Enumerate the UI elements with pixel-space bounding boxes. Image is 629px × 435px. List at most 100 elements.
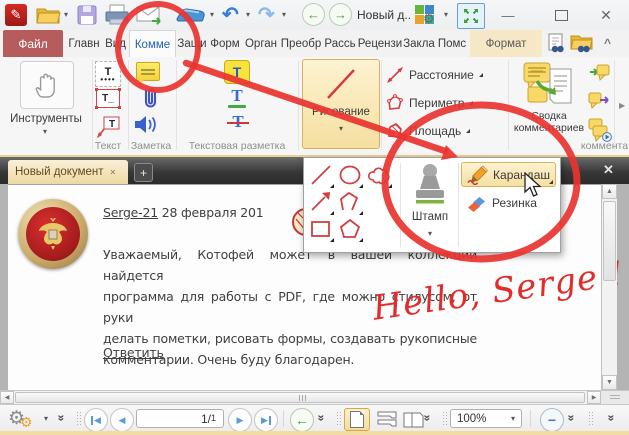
polyline-tool-icon[interactable] <box>337 189 363 215</box>
tab-format[interactable]: Формат <box>470 30 542 57</box>
strikeout-text-icon[interactable]: T <box>228 113 248 132</box>
tab-home[interactable]: Главн <box>66 30 102 57</box>
next-page-button[interactable]: ▶ <box>228 408 252 432</box>
cloud-tool-icon[interactable] <box>366 162 392 188</box>
arrow-tool-icon[interactable] <box>308 189 334 215</box>
measure-distance-item[interactable]: Расстояние <box>386 66 483 84</box>
document-tab-close-icon[interactable]: ✕ <box>110 168 117 177</box>
collapse-ribbon-icon[interactable]: ^ <box>604 36 611 50</box>
export-comments-icon[interactable] <box>588 90 610 112</box>
sticky-note-icon[interactable] <box>136 62 160 81</box>
rectangle-tool-icon[interactable] <box>308 216 334 242</box>
callout-tool-icon[interactable]: T <box>96 114 122 140</box>
undo-dropdown-caret[interactable]: ▾ <box>246 3 250 27</box>
last-page-button[interactable]: ▶ <box>254 408 278 432</box>
stamp-tool[interactable]: Штамп ▾ <box>404 160 456 250</box>
previous-page-button[interactable]: ◀ <box>110 408 134 432</box>
options-dropdown-caret[interactable]: ▾ <box>44 415 48 423</box>
single-page-layout-button[interactable] <box>344 408 370 431</box>
previous-view-button[interactable]: ← <box>290 408 314 432</box>
tab-file[interactable]: Файл <box>3 30 63 57</box>
scanner-dropdown-caret[interactable]: ▾ <box>210 3 214 27</box>
tab-bookmarks[interactable]: Закла <box>402 30 436 57</box>
close-window-button[interactable]: ✕ <box>594 3 618 27</box>
first-page-button[interactable]: ◀ <box>84 408 108 432</box>
typewriter-tool-icon[interactable]: T•••• <box>95 61 121 87</box>
comment-summary-button[interactable]: Сводка комментариев <box>512 59 586 151</box>
tab-protect[interactable]: Защи <box>176 30 208 57</box>
stamp-label: Штамп <box>404 211 456 223</box>
vscroll-thumb[interactable] <box>603 201 616 281</box>
tab-view[interactable]: Вид <box>102 30 129 57</box>
search-document-icon[interactable] <box>546 33 566 54</box>
horizontal-scrollbar[interactable]: ◀ ▶ <box>0 390 601 404</box>
text-group-label: Текст <box>88 140 128 152</box>
new-document-tab-button[interactable]: + <box>134 163 153 182</box>
search-folder-icon[interactable] <box>570 33 593 54</box>
pencil-tool-button[interactable]: Карандаш <box>461 162 556 187</box>
zoom-out-button[interactable]: − <box>540 408 564 432</box>
zoom-level-field[interactable]: 100% ▾ <box>450 409 522 428</box>
print-icon[interactable] <box>104 3 130 27</box>
open-folder-icon[interactable] <box>36 3 62 27</box>
eraser-tool-button[interactable]: Резинка <box>461 191 556 215</box>
toolbar-grip <box>76 411 81 426</box>
tools-button[interactable]: Инструменты ▾ <box>2 59 90 151</box>
ellipse-tool-icon[interactable] <box>337 162 363 188</box>
line-tool-icon[interactable] <box>308 162 334 188</box>
expand-toolbar-chevrons[interactable]: » <box>54 415 68 422</box>
tab-comment[interactable]: Комме <box>129 30 176 58</box>
close-document-icon[interactable]: ✕ <box>603 162 614 178</box>
tab-form[interactable]: Форм <box>208 30 242 57</box>
back-view-icon[interactable]: ← <box>302 3 325 26</box>
scanner-icon[interactable] <box>176 3 206 27</box>
fullscreen-icon[interactable] <box>457 3 485 29</box>
underline-text-icon[interactable]: T <box>228 87 246 108</box>
options-gears-icon[interactable]: ⚙ ⚙ <box>8 407 42 431</box>
tab-organize[interactable]: Орган <box>242 30 280 57</box>
drawing-button[interactable]: Рисование ▾ <box>302 59 380 149</box>
hscroll-thumb[interactable] <box>15 392 585 403</box>
expand-right-chevrons[interactable]: » <box>604 415 618 422</box>
scroll-down-button[interactable]: ▼ <box>602 375 617 390</box>
undo-icon[interactable]: ↶ <box>222 3 239 27</box>
reply-link[interactable]: Ответить <box>103 342 164 363</box>
scroll-up-button[interactable]: ▲ <box>602 184 617 199</box>
expand-view-chevrons[interactable]: » <box>314 415 328 422</box>
polygon-tool-icon[interactable] <box>337 216 363 242</box>
email-icon[interactable] <box>136 3 164 27</box>
minimize-button[interactable]: — <box>496 3 520 27</box>
expand-layout-chevrons[interactable]: » <box>420 415 434 422</box>
document-tab[interactable]: Новый документ ✕ <box>8 160 128 184</box>
perimeter-icon <box>386 94 404 112</box>
vertical-scrollbar[interactable]: ▲ ▼ <box>601 184 617 390</box>
redo-icon[interactable]: ↷ <box>258 3 275 27</box>
forward-view-icon[interactable]: → <box>329 3 352 26</box>
comments-group-label-partial: коммента <box>580 140 629 152</box>
open-dropdown-caret[interactable]: ▾ <box>64 3 68 27</box>
tab-convert[interactable]: Преобр <box>280 30 322 57</box>
scroll-right-button[interactable]: ▶ <box>587 391 601 404</box>
scroll-left-button[interactable]: ◀ <box>0 391 14 404</box>
tab-review[interactable]: Рецензи <box>358 30 402 57</box>
launcher-dropdown-caret[interactable]: ▾ <box>444 3 448 27</box>
continuous-layout-button[interactable] <box>374 408 400 431</box>
author-link[interactable]: Serge-21 <box>103 205 158 220</box>
redo-dropdown-caret[interactable]: ▾ <box>282 3 286 27</box>
sound-icon[interactable] <box>133 113 161 136</box>
next-comment-icon[interactable] <box>588 118 610 140</box>
textbox-tool-icon[interactable]: T_ <box>96 89 120 108</box>
flyout-arrow-icon[interactable]: ▶ <box>619 101 625 110</box>
tab-share[interactable]: Рассь <box>322 30 358 57</box>
import-comments-icon[interactable] <box>588 62 610 84</box>
measure-area-item[interactable]: Площадь <box>386 122 470 140</box>
launcher-icon[interactable]: ⚙ <box>414 3 436 27</box>
save-icon[interactable] <box>76 3 98 27</box>
expand-zoom-chevrons[interactable]: » <box>564 415 578 422</box>
page-number-field[interactable]: 1/1 <box>136 409 224 428</box>
highlight-text-icon[interactable]: T <box>224 60 250 84</box>
measure-perimeter-item[interactable]: Периметр <box>386 94 473 112</box>
tab-help[interactable]: Помс <box>436 30 468 57</box>
attachment-icon[interactable] <box>139 86 161 112</box>
maximize-button[interactable] <box>549 3 573 27</box>
